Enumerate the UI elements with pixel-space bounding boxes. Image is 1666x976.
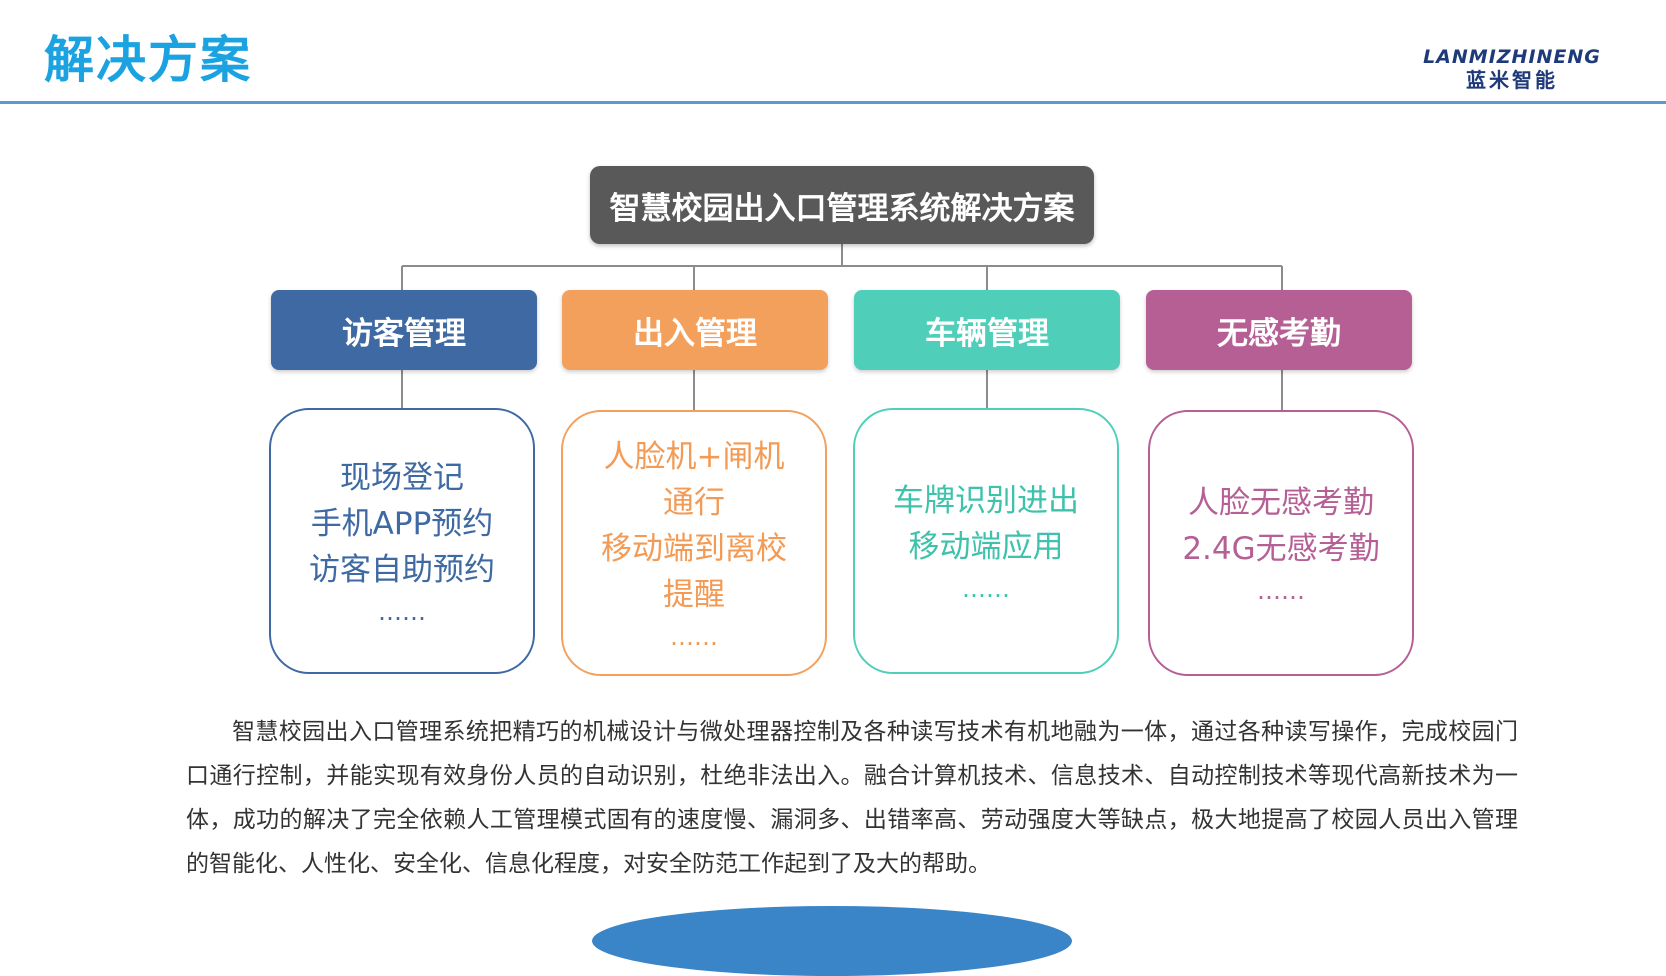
detail-box-attendance: 人脸无感考勤 2.4G无感考勤 …… [1148, 410, 1414, 676]
detail-item: 人脸机+闸机 [603, 439, 785, 475]
branch-node-attendance: 无感考勤 [1146, 290, 1412, 370]
detail-item: 现场登记 [340, 460, 464, 496]
detail-ellipsis: …… [670, 623, 718, 651]
detail-box-access: 人脸机+闸机 通行 移动端到离校 提醒 …… [561, 410, 827, 676]
detail-item: 移动端应用 [908, 529, 1064, 565]
detail-item: 移动端到离校 [601, 531, 787, 567]
branch-node-access: 出入管理 [562, 290, 828, 370]
detail-item: 提醒 [663, 577, 725, 613]
detail-item: 车牌识别进出 [893, 483, 1079, 519]
detail-item: 人脸无感考勤 [1188, 485, 1374, 521]
detail-item: 手机APP预约 [310, 506, 494, 542]
decorative-ellipse [592, 906, 1072, 976]
detail-item: 2.4G无感考勤 [1182, 531, 1380, 567]
description-paragraph: 智慧校园出入口管理系统把精巧的机械设计与微处理器控制及各种读写技术有机地融为一体… [186, 719, 1518, 877]
branch-node-visitor: 访客管理 [271, 290, 537, 370]
detail-ellipsis: …… [1257, 577, 1305, 605]
branch-node-vehicle: 车辆管理 [854, 290, 1120, 370]
diagram-root-node: 智慧校园出入口管理系统解决方案 [590, 166, 1094, 244]
detail-item: 访客自助预约 [309, 552, 495, 588]
detail-ellipsis: …… [962, 575, 1010, 603]
detail-item: 通行 [663, 485, 725, 521]
detail-box-vehicle: 车牌识别进出 移动端应用 …… [853, 408, 1119, 674]
detail-ellipsis: …… [378, 598, 426, 626]
detail-box-visitor: 现场登记 手机APP预约 访客自助预约 …… [269, 408, 535, 674]
